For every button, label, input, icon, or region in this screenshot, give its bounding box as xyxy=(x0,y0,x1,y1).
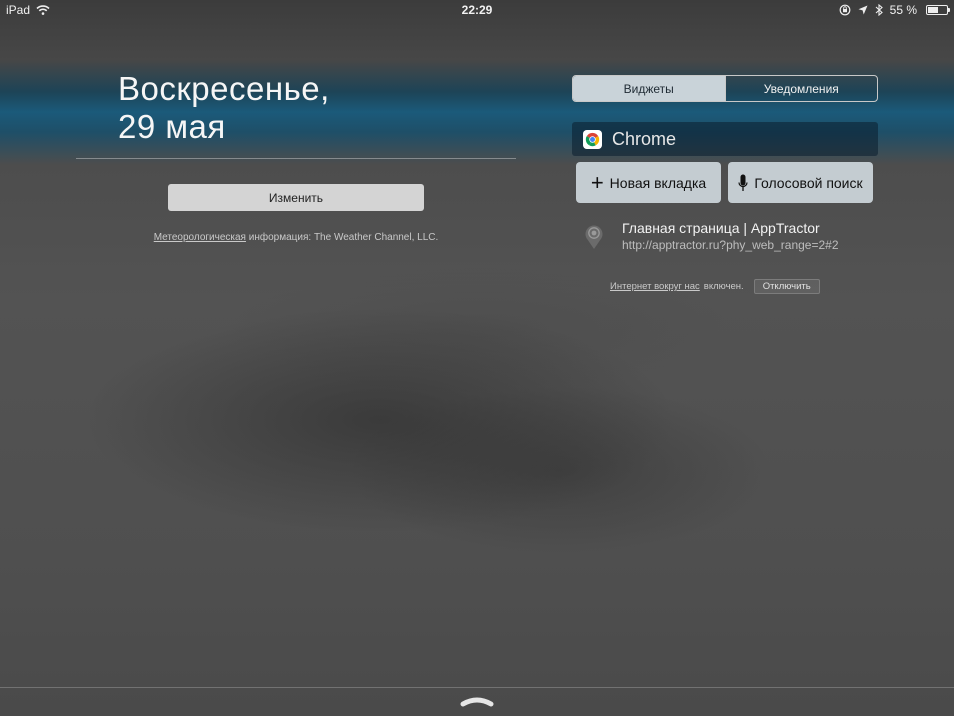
chrome-widget-header[interactable]: Chrome xyxy=(572,122,878,156)
nearby-page-title: Главная страница | AppTractor xyxy=(622,220,820,236)
plus-icon: + xyxy=(590,169,604,195)
location-pin-icon xyxy=(585,225,603,249)
location-arrow-icon xyxy=(858,5,868,15)
weather-link[interactable]: Метеорологическая xyxy=(154,232,246,243)
battery-level xyxy=(928,7,938,13)
battery-icon xyxy=(926,5,950,15)
new-tab-label: Новая вкладка xyxy=(609,174,707,191)
voice-search-label: Голосовой поиск xyxy=(754,174,863,191)
grabber-handle-icon[interactable] xyxy=(460,694,494,708)
bluetooth-icon xyxy=(875,4,883,16)
physical-web-link[interactable]: Интернет вокруг нас xyxy=(610,281,700,292)
edit-button[interactable]: Изменить xyxy=(168,184,424,211)
tab-widgets[interactable]: Виджеты xyxy=(573,76,725,101)
new-tab-button[interactable]: + Новая вкладка xyxy=(576,162,721,203)
disable-button[interactable]: Отключить xyxy=(753,279,820,294)
tab-notifications[interactable]: Уведомления xyxy=(724,76,878,101)
nearby-page-item[interactable]: Главная страница | AppTractor http://app… xyxy=(583,220,883,256)
orientation-lock-icon xyxy=(839,4,851,16)
nearby-page-url: http://apptractor.ru?phy_web_range=2#2 xyxy=(622,238,839,252)
weekday-heading: Воскресенье, xyxy=(118,70,330,107)
widget-title: Chrome xyxy=(612,128,677,149)
voice-search-button[interactable]: Голосовой поиск xyxy=(728,162,873,203)
physical-web-state: включен. xyxy=(703,281,744,292)
bottom-divider xyxy=(0,687,954,688)
battery-percent: 55 % xyxy=(889,3,917,17)
weather-attribution-text: информация: The Weather Channel, LLC. xyxy=(245,232,439,243)
weather-attribution: Метеорологическая информация: The Weathe… xyxy=(0,232,592,243)
status-right: 55 % xyxy=(839,3,950,17)
physical-web-status: Интернет вокруг нас включен. Отключить xyxy=(610,279,820,294)
status-bar: iPad 22:29 55 % xyxy=(0,0,954,20)
view-switcher: Виджеты Уведомления xyxy=(572,75,878,102)
status-time: 22:29 xyxy=(461,3,493,17)
divider xyxy=(76,158,516,159)
microphone-icon xyxy=(738,174,748,191)
chrome-icon xyxy=(583,129,602,149)
date-heading: 29 мая xyxy=(118,108,226,145)
